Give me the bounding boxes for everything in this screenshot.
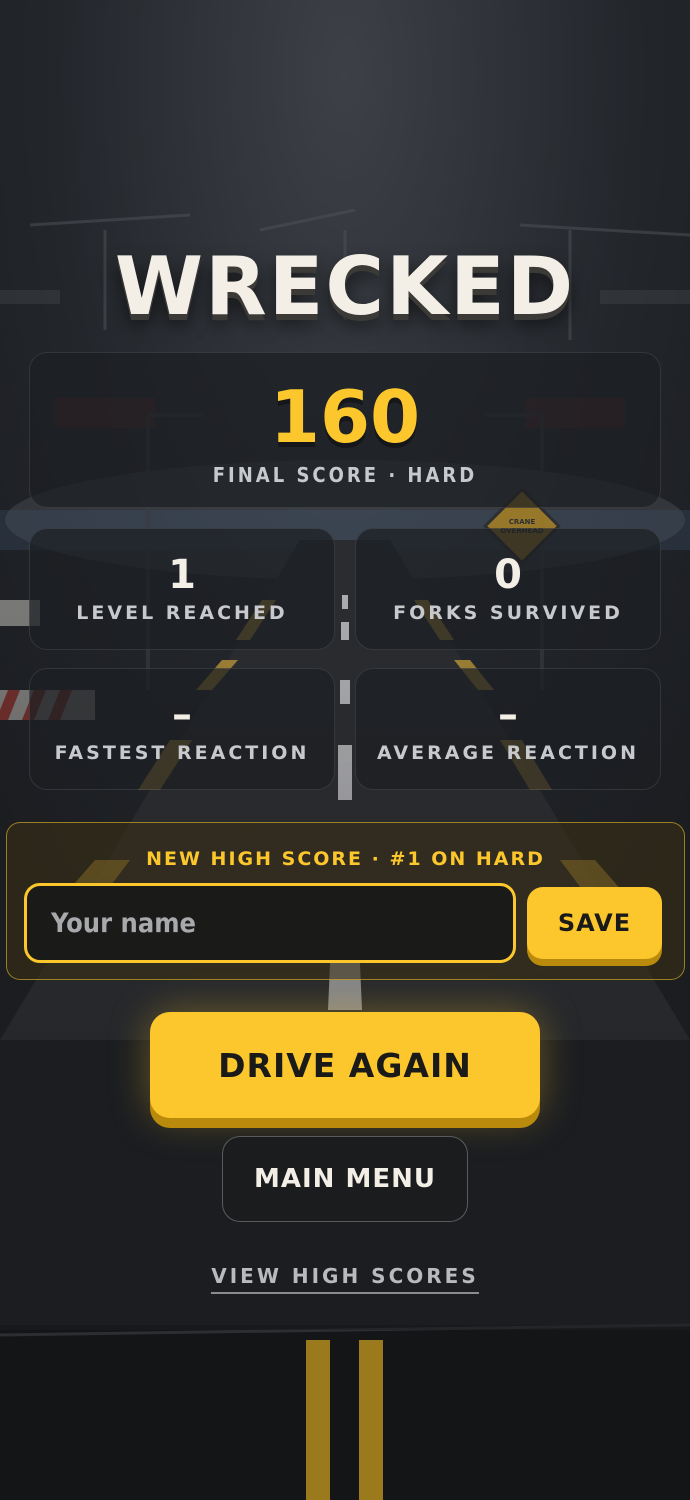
- save-button[interactable]: SAVE: [527, 887, 662, 959]
- average-reaction-label: AVERAGE REACTION: [377, 742, 639, 764]
- game-over-title: WRECKED: [114, 240, 576, 333]
- main-menu-button[interactable]: MAIN MENU: [222, 1136, 468, 1222]
- high-score-panel: NEW HIGH SCORE · #1 ON HARD SAVE: [6, 822, 685, 980]
- fastest-reaction-card: – FASTEST REACTION: [29, 668, 335, 790]
- player-name-input[interactable]: [24, 883, 516, 963]
- forks-survived-label: FORKS SURVIVED: [393, 602, 623, 624]
- high-score-title: NEW HIGH SCORE · #1 ON HARD: [146, 848, 545, 870]
- average-reaction-value: –: [498, 692, 518, 738]
- fastest-reaction-label: FASTEST REACTION: [54, 742, 310, 764]
- level-reached-value: 1: [168, 552, 196, 598]
- drive-again-button[interactable]: DRIVE AGAIN: [150, 1012, 540, 1118]
- final-score-caption: FINAL SCORE · HARD: [212, 463, 478, 487]
- average-reaction-card: – AVERAGE REACTION: [355, 668, 661, 790]
- forks-survived-value: 0: [494, 552, 522, 598]
- level-reached-label: LEVEL REACHED: [76, 602, 288, 624]
- final-score-card: 160 FINAL SCORE · HARD: [29, 352, 661, 508]
- view-high-scores-container: VIEW HIGH SCORES: [0, 1264, 690, 1294]
- level-reached-card: 1 LEVEL REACHED: [29, 528, 335, 650]
- view-high-scores-link[interactable]: VIEW HIGH SCORES: [211, 1264, 479, 1294]
- final-score-value: 160: [269, 375, 421, 459]
- fastest-reaction-value: –: [172, 692, 192, 738]
- forks-survived-card: 0 FORKS SURVIVED: [355, 528, 661, 650]
